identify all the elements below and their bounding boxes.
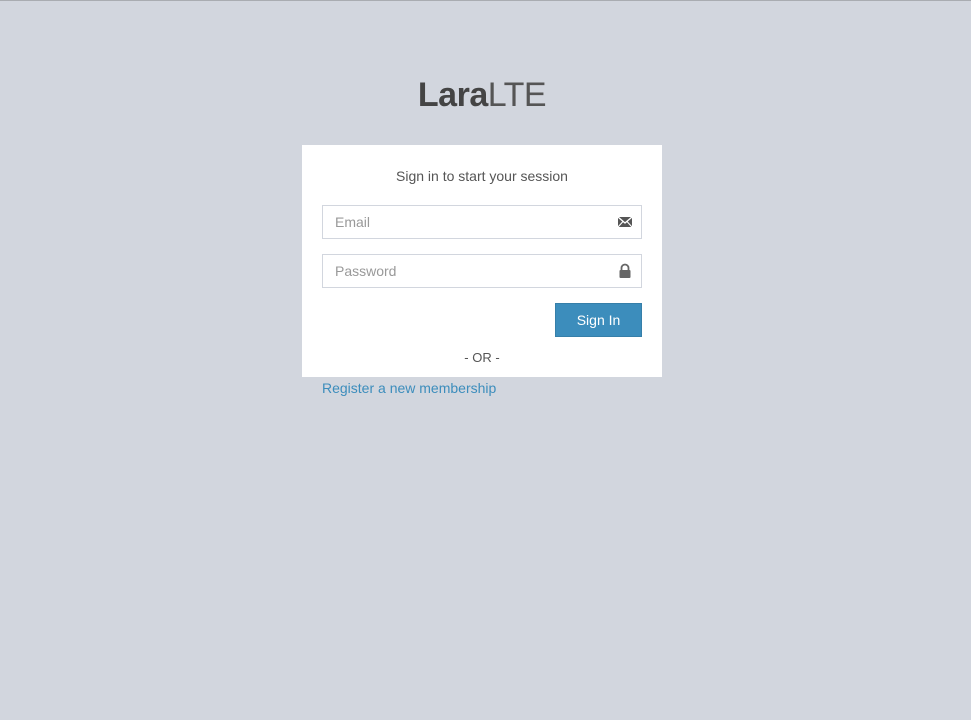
envelope-icon xyxy=(617,214,633,230)
login-card: Sign in to start your session Email Sign… xyxy=(302,145,662,396)
email-input[interactable] xyxy=(322,205,642,239)
email-group xyxy=(322,205,642,239)
sign-in-button[interactable]: Sign In xyxy=(555,303,642,337)
lock-icon xyxy=(617,263,633,279)
form-actions: Sign In xyxy=(322,303,642,337)
password-group xyxy=(322,254,642,288)
password-input[interactable] xyxy=(322,254,642,288)
logo-thin-text: LTE xyxy=(487,76,547,114)
login-box: LaraLTE Sign in to start your session Em… xyxy=(302,70,662,396)
window-top-border xyxy=(0,0,971,1)
or-divider: - OR - xyxy=(464,350,500,365)
login-message: Sign in to start your session xyxy=(396,168,568,184)
logo-bold-text: Lara xyxy=(417,76,488,114)
app-logo[interactable]: LaraLTE xyxy=(302,70,662,120)
register-link[interactable]: Register a new membership xyxy=(322,380,496,396)
